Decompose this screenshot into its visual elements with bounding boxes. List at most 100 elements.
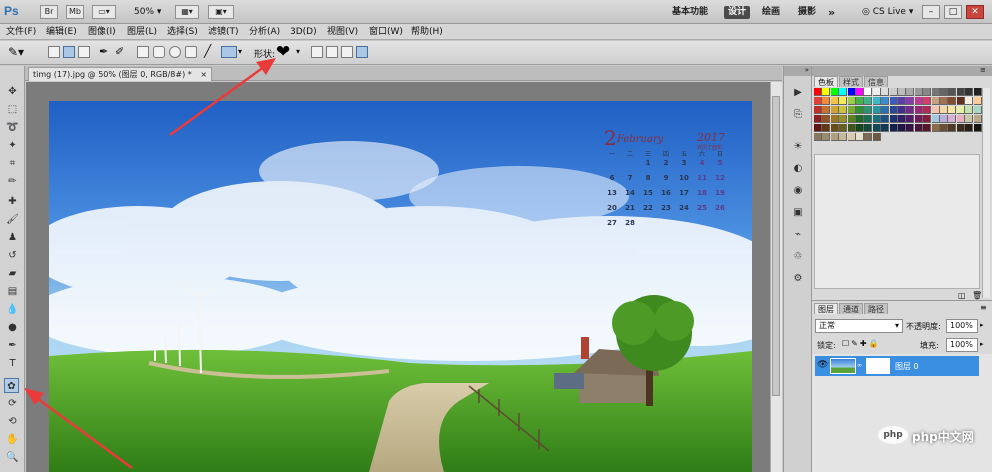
pen-tool-icon[interactable]: ✒: [5, 338, 20, 353]
color-swatch[interactable]: [872, 124, 881, 132]
3d-panel-icon[interactable]: ◉: [789, 184, 807, 198]
menu-help[interactable]: 帮助(H): [411, 26, 443, 38]
workspace-design[interactable]: 设计: [724, 6, 751, 19]
gradient-tool-icon[interactable]: ▤: [5, 284, 20, 299]
menu-view[interactable]: 视图(V): [327, 26, 358, 38]
color-swatch[interactable]: [872, 97, 881, 105]
color-swatch[interactable]: [956, 115, 965, 123]
color-swatch[interactable]: [965, 106, 974, 114]
color-swatch[interactable]: [814, 97, 822, 105]
close-button[interactable]: ✕: [966, 5, 984, 19]
zoom-tool-icon[interactable]: 🔍: [5, 450, 20, 465]
color-swatch[interactable]: [872, 133, 881, 141]
bridge-button[interactable]: Br: [40, 5, 58, 19]
move-tool-icon[interactable]: ✥: [5, 84, 20, 99]
tab-swatches[interactable]: 色板: [814, 76, 838, 87]
color-swatch[interactable]: [847, 88, 856, 96]
shape-layers-mode[interactable]: [48, 46, 60, 58]
fill-slider-icon[interactable]: ▸: [980, 340, 984, 348]
color-swatch[interactable]: [973, 88, 982, 96]
color-swatch[interactable]: [872, 88, 881, 96]
opacity-field[interactable]: 100%: [946, 319, 978, 333]
workspace-essentials[interactable]: 基本功能: [672, 6, 708, 19]
color-swatch[interactable]: [956, 88, 965, 96]
color-swatch[interactable]: [914, 88, 923, 96]
color-swatch[interactable]: [898, 106, 906, 114]
freeform-pen-icon[interactable]: ✐: [115, 45, 124, 58]
fill-pixels-mode[interactable]: [78, 46, 90, 58]
color-swatch[interactable]: [948, 115, 957, 123]
tab-channels[interactable]: 通道: [839, 303, 863, 314]
blend-mode-select[interactable]: 正常 ▾: [815, 319, 903, 333]
color-swatch[interactable]: [898, 124, 906, 132]
color-swatch[interactable]: [931, 88, 940, 96]
color-swatch[interactable]: [864, 133, 873, 141]
tab-layers[interactable]: 图层: [814, 303, 838, 314]
color-swatch[interactable]: [965, 88, 974, 96]
color-swatch[interactable]: [923, 97, 932, 105]
color-swatch[interactable]: [814, 88, 822, 96]
add-to-path-icon[interactable]: [311, 46, 323, 58]
minimize-button[interactable]: –: [922, 5, 940, 19]
color-swatch[interactable]: [822, 106, 831, 114]
color-swatch[interactable]: [856, 115, 864, 123]
color-swatch[interactable]: [914, 124, 923, 132]
blur-tool-icon[interactable]: 💧: [5, 302, 20, 317]
color-swatch[interactable]: [856, 124, 864, 132]
color-swatch[interactable]: [965, 97, 974, 105]
tool-preset-picker[interactable]: ✎▾: [8, 45, 24, 59]
color-swatch[interactable]: [923, 124, 932, 132]
color-swatch[interactable]: [889, 88, 898, 96]
color-swatch[interactable]: [898, 115, 906, 123]
color-swatch[interactable]: [864, 88, 873, 96]
color-swatch[interactable]: [948, 124, 957, 132]
color-swatch[interactable]: [940, 97, 948, 105]
color-swatch[interactable]: [830, 115, 839, 123]
color-swatch[interactable]: [923, 88, 932, 96]
zoom-level-dropdown[interactable]: 50% ▾: [134, 6, 161, 19]
color-swatch[interactable]: [914, 97, 923, 105]
color-swatch[interactable]: [881, 97, 890, 105]
workspace-photography[interactable]: 摄影: [798, 6, 816, 19]
color-swatch[interactable]: [931, 124, 940, 132]
actions-panel-icon[interactable]: ▶: [789, 86, 807, 100]
color-swatch[interactable]: [847, 124, 856, 132]
menu-file[interactable]: 文件(F): [6, 26, 36, 38]
color-swatch[interactable]: [814, 106, 822, 114]
scrollbar-thumb[interactable]: [772, 96, 780, 396]
paths-mode[interactable]: [63, 46, 75, 58]
color-swatch[interactable]: [822, 124, 831, 132]
color-swatch[interactable]: [906, 106, 915, 114]
color-swatch[interactable]: [940, 124, 948, 132]
color-swatch[interactable]: [864, 115, 873, 123]
color-swatch[interactable]: [830, 124, 839, 132]
arrange-documents-button[interactable]: ▦▾: [175, 5, 199, 19]
color-swatch[interactable]: [847, 106, 856, 114]
delete-swatch-icon[interactable]: 🗑: [972, 291, 982, 300]
menu-analysis[interactable]: 分析(A): [249, 26, 280, 38]
3d-rotate-tool-icon[interactable]: ⟳: [5, 396, 20, 411]
color-swatch[interactable]: [948, 88, 957, 96]
crop-tool-icon[interactable]: ⌗: [5, 156, 20, 171]
color-swatch[interactable]: [872, 115, 881, 123]
line-shape-icon[interactable]: ╱: [204, 44, 211, 58]
menu-layer[interactable]: 图层(L): [127, 26, 157, 38]
history-panel-icon[interactable]: ⎘: [789, 108, 807, 122]
subtract-path-icon[interactable]: [326, 46, 338, 58]
color-swatch[interactable]: [889, 124, 898, 132]
color-swatch[interactable]: [914, 115, 923, 123]
color-swatch[interactable]: [906, 88, 915, 96]
shape-preview-heart-icon[interactable]: ❤: [276, 42, 290, 62]
color-swatch[interactable]: [956, 106, 965, 114]
intersect-path-icon[interactable]: [341, 46, 353, 58]
color-swatch[interactable]: [847, 97, 856, 105]
color-swatch[interactable]: [931, 97, 940, 105]
color-swatch[interactable]: [973, 124, 982, 132]
color-swatch[interactable]: [906, 115, 915, 123]
lock-icons[interactable]: ☐✎✚🔒: [842, 339, 881, 348]
layers-menu-icon[interactable]: ≡: [980, 303, 987, 312]
color-swatch[interactable]: [814, 133, 822, 141]
fill-field[interactable]: 100%: [946, 338, 978, 352]
eyedropper-tool-icon[interactable]: ✏: [5, 174, 20, 189]
brush-panel-icon[interactable]: ⌁: [789, 228, 807, 242]
